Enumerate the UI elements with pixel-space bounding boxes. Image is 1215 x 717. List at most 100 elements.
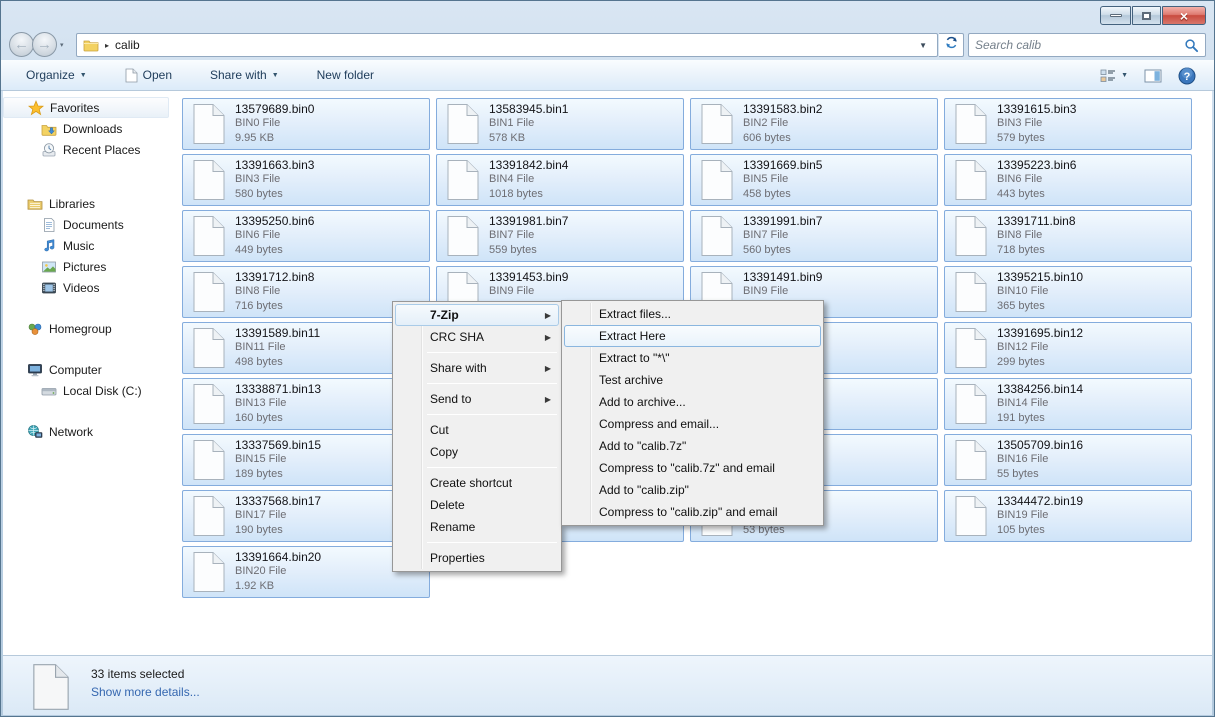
file-tile-13395215-bin10[interactable]: 13395215.bin10BIN10 File365 bytes (944, 266, 1192, 318)
sidebar-item-label: Videos (63, 281, 99, 295)
submenu-item-extract-here[interactable]: Extract Here (564, 325, 821, 347)
views-button[interactable]: ▼ (1100, 68, 1128, 84)
file-icon (954, 439, 988, 486)
search-input[interactable] (975, 35, 1184, 55)
submenu-item-add-to-archive[interactable]: Add to archive... (564, 391, 821, 413)
forward-button[interactable]: → (32, 32, 57, 57)
menu-separator (427, 542, 557, 543)
menu-item-label: Properties (430, 551, 485, 565)
file-tile-13579689-bin0[interactable]: 13579689.bin0BIN0 File9.95 KB (182, 98, 430, 150)
submenu-item-extract-files[interactable]: Extract files... (564, 303, 821, 325)
refresh-button[interactable] (939, 33, 964, 57)
submenu-item-extract-to[interactable]: Extract to "*\" (564, 347, 821, 369)
menu-item-label: 7-Zip (430, 308, 459, 322)
menu-item-label: CRC SHA (430, 330, 484, 344)
menu-item-cut[interactable]: Cut (395, 419, 559, 441)
organize-button[interactable]: Organize▼ (26, 68, 87, 82)
sidebar-item-favorites[interactable]: Favorites (3, 97, 169, 118)
file-tile-13505709-bin16[interactable]: 13505709.bin16BIN16 File55 bytes (944, 434, 1192, 486)
show-more-details-link[interactable]: Show more details... (91, 685, 200, 699)
maximize-button[interactable] (1132, 6, 1161, 25)
minimize-button[interactable] (1100, 6, 1131, 25)
file-tile-13391991-bin7[interactable]: 13391991.bin7BIN7 File560 bytes (690, 210, 938, 262)
back-button[interactable]: ← (9, 32, 34, 57)
menu-item-7-zip[interactable]: 7-Zip▶ (395, 304, 559, 326)
sidebar-item-homegroup[interactable]: Homegroup (3, 318, 169, 339)
submenu-item-compress-and-email[interactable]: Compress and email... (564, 413, 821, 435)
history-dropdown-icon[interactable]: ▾ (60, 41, 64, 49)
menu-item-copy[interactable]: Copy (395, 441, 559, 463)
file-type: BIN15 File (235, 453, 286, 465)
help-button[interactable]: ? (1178, 67, 1196, 85)
file-tile-13391711-bin8[interactable]: 13391711.bin8BIN8 File718 bytes (944, 210, 1192, 262)
sidebar-item-network[interactable]: Network (3, 421, 169, 442)
file-tile-13391615-bin3[interactable]: 13391615.bin3BIN3 File579 bytes (944, 98, 1192, 150)
new-folder-button[interactable]: New folder (317, 68, 374, 82)
menu-item-rename[interactable]: Rename (395, 516, 559, 538)
address-bar[interactable]: ▸ calib ▼ (76, 33, 938, 57)
menu-separator (427, 383, 557, 384)
sidebar-item-downloads[interactable]: Downloads (3, 118, 169, 139)
file-tile-13391695-bin12[interactable]: 13391695.bin12BIN12 File299 bytes (944, 322, 1192, 374)
submenu-item-add-to-calib-zip[interactable]: Add to "calib.zip" (564, 479, 821, 501)
file-icon (192, 159, 226, 206)
breadcrumb[interactable]: calib (115, 38, 140, 52)
submenu-item-compress-to-calib-7z-and-email[interactable]: Compress to "calib.7z" and email (564, 457, 821, 479)
preview-pane-button[interactable] (1144, 68, 1162, 84)
menu-separator (427, 352, 557, 353)
menu-item-send-to[interactable]: Send to▶ (395, 388, 559, 410)
file-size: 1018 bytes (489, 188, 543, 200)
file-tile-13344472-bin19[interactable]: 13344472.bin19BIN19 File105 bytes (944, 490, 1192, 542)
file-name: 13391981.bin7 (489, 214, 568, 228)
close-button[interactable]: × (1162, 6, 1206, 25)
file-name: 13395250.bin6 (235, 214, 314, 228)
file-tile-13391583-bin2[interactable]: 13391583.bin2BIN2 File606 bytes (690, 98, 938, 150)
sidebar-item-label: Libraries (49, 197, 95, 211)
search-icon[interactable] (1184, 38, 1199, 53)
file-type: BIN9 File (489, 285, 534, 297)
file-icon (192, 215, 226, 262)
sidebar-item-pictures[interactable]: Pictures (3, 256, 169, 277)
file-tile-13391663-bin3[interactable]: 13391663.bin3BIN3 File580 bytes (182, 154, 430, 206)
file-type: BIN20 File (235, 565, 286, 577)
sidebar-item-libraries[interactable]: Libraries (3, 193, 169, 214)
submenu-item-test-archive[interactable]: Test archive (564, 369, 821, 391)
file-tile-13391981-bin7[interactable]: 13391981.bin7BIN7 File559 bytes (436, 210, 684, 262)
file-icon (954, 495, 988, 542)
details-pane: 33 items selected Show more details... (3, 655, 1212, 715)
submenu-item-compress-to-calib-zip-and-email[interactable]: Compress to "calib.zip" and email (564, 501, 821, 523)
sidebar-item-local-disk-c[interactable]: Local Disk (C:) (3, 380, 169, 401)
sidebar-item-recent-places[interactable]: Recent Places (3, 139, 169, 160)
address-dropdown-icon[interactable]: ▼ (913, 37, 933, 54)
toolbar-item-label: Share with (210, 68, 267, 82)
open-button[interactable]: Open (125, 68, 172, 83)
title-bar[interactable]: × (1, 1, 1214, 29)
sidebar-item-videos[interactable]: Videos (3, 277, 169, 298)
menu-item-create-shortcut[interactable]: Create shortcut (395, 472, 559, 494)
preview-pane-icon (1144, 68, 1162, 84)
file-tile-13391842-bin4[interactable]: 13391842.bin4BIN4 File1018 bytes (436, 154, 684, 206)
sidebar-item-music[interactable]: Music (3, 235, 169, 256)
menu-item-crc-sha[interactable]: CRC SHA▶ (395, 326, 559, 348)
file-tile-13384256-bin14[interactable]: 13384256.bin14BIN14 File191 bytes (944, 378, 1192, 430)
file-name: 13395215.bin10 (997, 270, 1083, 284)
caption-buttons: × (1099, 6, 1206, 25)
menu-item-properties[interactable]: Properties (395, 547, 559, 569)
search-box (968, 33, 1206, 57)
music-icon (41, 238, 57, 254)
file-icon (954, 271, 988, 318)
file-type: BIN8 File (235, 285, 280, 297)
file-size: 55 bytes (997, 468, 1039, 480)
file-tile-13395223-bin6[interactable]: 13395223.bin6BIN6 File443 bytes (944, 154, 1192, 206)
menu-item-delete[interactable]: Delete (395, 494, 559, 516)
breadcrumb-arrow-icon[interactable]: ▸ (105, 41, 109, 50)
menu-item-share-with[interactable]: Share with▶ (395, 357, 559, 379)
sidebar-item-computer[interactable]: Computer (3, 359, 169, 380)
share-with-button[interactable]: Share with▼ (210, 68, 279, 82)
submenu-item-add-to-calib-7z[interactable]: Add to "calib.7z" (564, 435, 821, 457)
sidebar-item-documents[interactable]: Documents (3, 214, 169, 235)
file-tile-13391669-bin5[interactable]: 13391669.bin5BIN5 File458 bytes (690, 154, 938, 206)
file-tile-13583945-bin1[interactable]: 13583945.bin1BIN1 File578 KB (436, 98, 684, 150)
file-tile-13395250-bin6[interactable]: 13395250.bin6BIN6 File449 bytes (182, 210, 430, 262)
explorer-window: × ← → ▾ ▸ calib ▼ Organize▼ Open Share wit… (0, 0, 1215, 717)
